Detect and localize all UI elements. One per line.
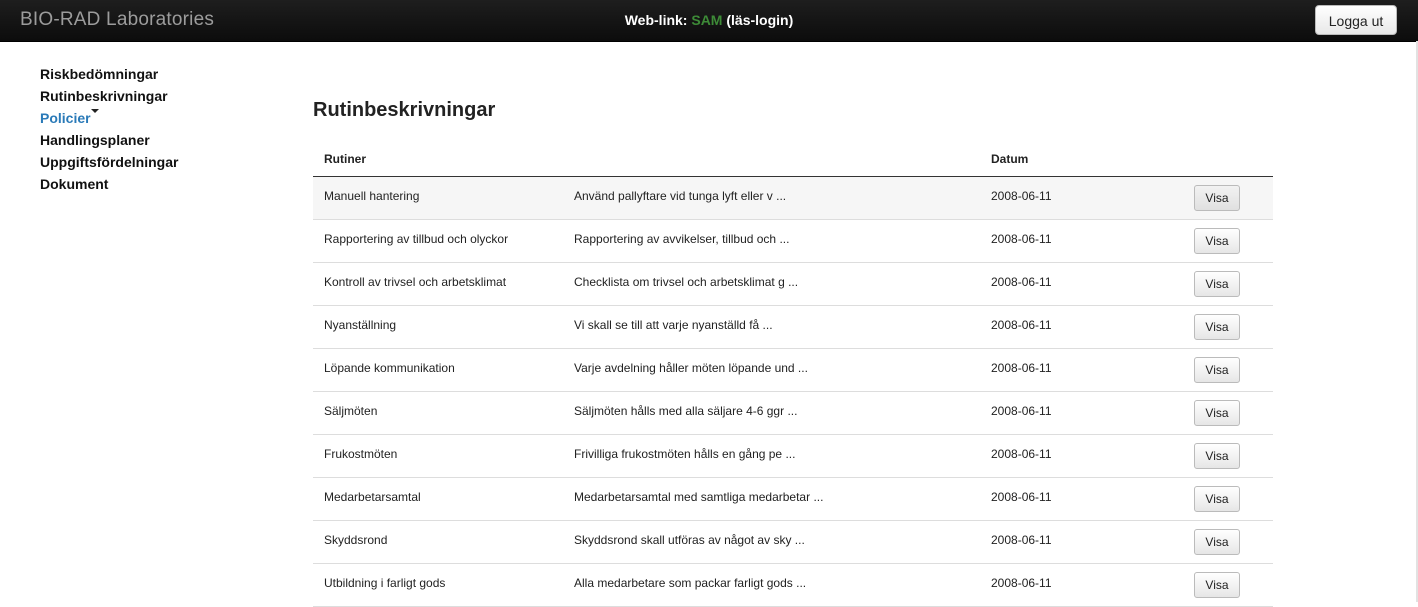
table-row: Medarbetarsamtal Medarbetarsamtal med sam… <box>313 478 1273 521</box>
sidebar-item-rutinbeskrivningar[interactable]: Rutinbeskrivningar <box>40 88 178 110</box>
visa-button[interactable]: Visa <box>1194 572 1240 598</box>
visa-button[interactable]: Visa <box>1194 314 1240 340</box>
table-row: Skyddsrond Skyddsrond skall utföras av nå… <box>313 521 1273 564</box>
routine-date: 2008-06-11 <box>991 490 1052 504</box>
table-row: Frukostmöten Frivilliga frukostmöten håll… <box>313 435 1273 478</box>
column-header-datum: Datum <box>991 152 1029 166</box>
visa-button[interactable]: Visa <box>1194 486 1240 512</box>
caret-down-icon <box>91 109 99 113</box>
page-title: Rutinbeskrivningar <box>313 99 496 121</box>
routine-description: Skyddsrond skall utföras av något av sky… <box>574 533 805 547</box>
routine-description: Frivilliga frukostmöten hålls en gång pe… <box>574 447 796 461</box>
weblink-suffix: (läs-login) <box>726 12 794 28</box>
routine-date: 2008-06-11 <box>991 318 1052 332</box>
top-navbar: BIO-RAD Laboratories Web-link: SAM (läs-… <box>0 0 1418 42</box>
sidebar-item-policier[interactable]: Policier <box>40 109 178 132</box>
table-row: Manuell hantering Använd pallyftare vid t… <box>313 177 1273 220</box>
sidebar-item-handlingsplaner[interactable]: Handlingsplaner <box>40 132 178 154</box>
routine-description: Rapportering av avvikelser, tillbud och … <box>574 232 790 246</box>
table-row: Nyanställning Vi skall se till att varje … <box>313 306 1273 349</box>
sidebar-item-riskbedomningar[interactable]: Riskbedömningar <box>40 66 178 88</box>
routine-date: 2008-06-11 <box>991 533 1052 547</box>
visa-button[interactable]: Visa <box>1194 443 1240 469</box>
routine-date: 2008-06-11 <box>991 232 1052 246</box>
routine-name: Rapportering av tillbud och olyckor <box>324 232 509 246</box>
routine-description: Checklista om trivsel och arbetsklimat g… <box>574 275 799 289</box>
visa-button[interactable]: Visa <box>1194 271 1240 297</box>
visa-button[interactable]: Visa <box>1194 357 1240 383</box>
routine-name: Löpande kommunikation <box>324 361 455 375</box>
visa-button[interactable]: Visa <box>1194 529 1240 555</box>
routine-name: Manuell hantering <box>324 189 420 203</box>
routine-description: Säljmöten hålls med alla säljare 4-6 ggr… <box>574 404 798 418</box>
table-body: Manuell hantering Använd pallyftare vid t… <box>313 177 1273 607</box>
routine-name: Skyddsrond <box>324 533 388 547</box>
routine-description: Varje avdelning håller möten löpande und… <box>574 361 808 375</box>
routine-date: 2008-06-11 <box>991 189 1052 203</box>
sidebar-item-uppgiftsfordelningar[interactable]: Uppgiftsfördelningar <box>40 154 178 176</box>
routine-description: Vi skall se till att varje nyanställd få… <box>574 318 773 332</box>
routine-name: Nyanställning <box>324 318 397 332</box>
routine-description: Använd pallyftare vid tunga lyft eller v… <box>574 189 787 203</box>
routine-name: Kontroll av trivsel och arbetsklimat <box>324 275 507 289</box>
table-row: Utbildning i farligt gods Alla medarbetar… <box>313 564 1273 607</box>
table-row: Kontroll av trivsel och arbetsklimat Chec… <box>313 263 1273 306</box>
routine-name: Medarbetarsamtal <box>324 490 421 504</box>
visa-button[interactable]: Visa <box>1194 228 1240 254</box>
sidebar-item-dokument[interactable]: Dokument <box>40 176 178 198</box>
routines-table: Rutiner Datum Manuell hantering Använd pa… <box>313 146 1273 607</box>
sidebar-item-label: Policier <box>40 110 91 126</box>
routine-date: 2008-06-11 <box>991 361 1052 375</box>
visa-button[interactable]: Visa <box>1194 400 1240 426</box>
routine-date: 2008-06-11 <box>991 447 1052 461</box>
table-header: Rutiner Datum <box>313 146 1273 177</box>
sidebar-nav: Riskbedömningar Rutinbeskrivningar Polic… <box>40 66 178 198</box>
logout-button[interactable]: Logga ut <box>1315 5 1397 35</box>
routine-date: 2008-06-11 <box>991 404 1052 418</box>
weblink-status: Web-link: SAM (läs-login) <box>0 12 1418 28</box>
weblink-prefix: Web-link: <box>624 12 688 28</box>
routine-date: 2008-06-11 <box>991 576 1052 590</box>
routine-description: Medarbetarsamtal med samtliga medarbetar… <box>574 490 824 504</box>
visa-button[interactable]: Visa <box>1194 185 1240 211</box>
routine-name: Säljmöten <box>324 404 378 418</box>
routine-date: 2008-06-11 <box>991 275 1052 289</box>
routine-name: Utbildning i farligt gods <box>324 576 446 590</box>
table-row: Löpande kommunikation Varje avdelning hål… <box>313 349 1273 392</box>
weblink-user: SAM <box>691 12 723 28</box>
table-row: Rapportering av tillbud och olyckor Rappo… <box>313 220 1273 263</box>
table-row: Säljmöten Säljmöten hålls med alla säljar… <box>313 392 1273 435</box>
routine-description: Alla medarbetare som packar farligt gods… <box>574 576 807 590</box>
column-header-rutiner: Rutiner <box>324 152 366 166</box>
routine-name: Frukostmöten <box>324 447 398 461</box>
